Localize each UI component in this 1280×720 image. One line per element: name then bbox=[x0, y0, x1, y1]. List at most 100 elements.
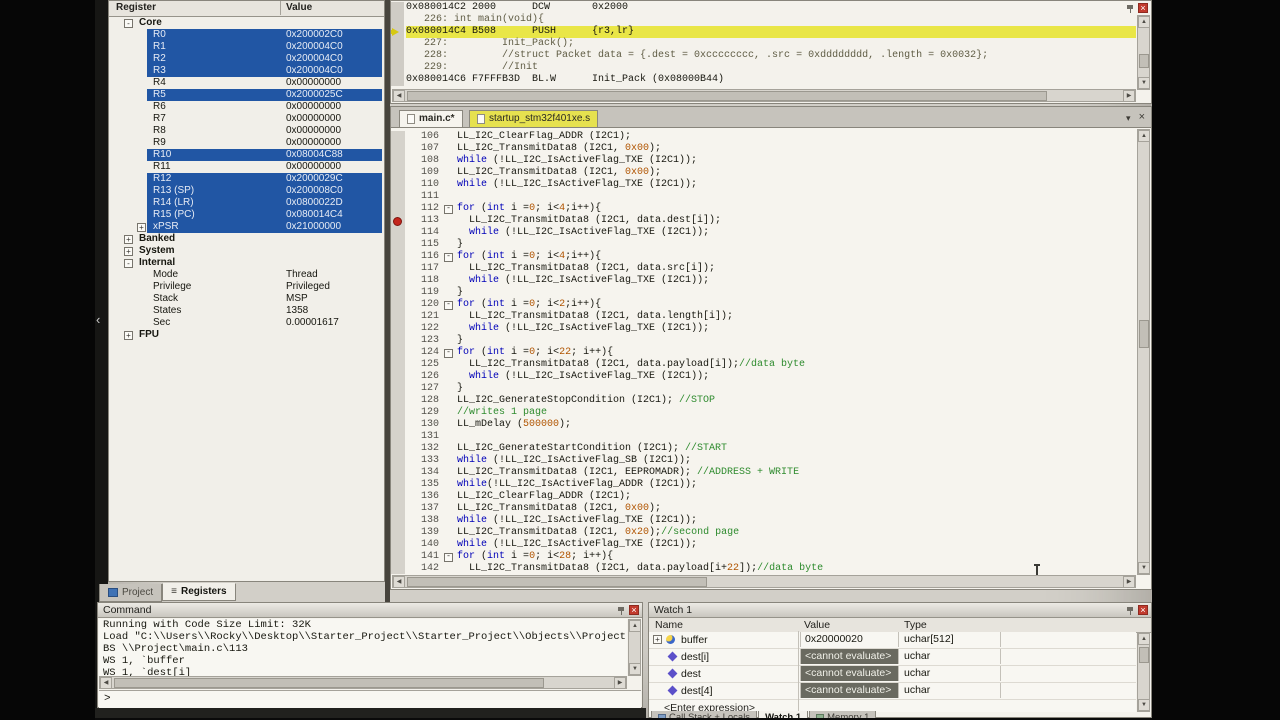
disassembly-horizontal-scrollbar[interactable]: ◀ ▶ bbox=[392, 89, 1136, 102]
pin-icon[interactable] bbox=[1126, 606, 1134, 615]
disassembly-line[interactable]: 226: int main(void){ bbox=[391, 14, 1136, 26]
register-row[interactable]: R70x00000000 bbox=[109, 113, 384, 125]
breakpoint-margin[interactable] bbox=[391, 179, 405, 191]
register-row[interactable]: R10x200004C0 bbox=[109, 41, 384, 53]
register-row[interactable]: R120x2000029C bbox=[109, 173, 384, 185]
watch-value[interactable]: <cannot evaluate> bbox=[800, 683, 899, 698]
editor-tab-main-c[interactable]: main.c* bbox=[399, 110, 463, 128]
editor-line[interactable]: 118 while (!LL_I2C_IsActiveFlag_TXE (I2C… bbox=[391, 275, 1136, 287]
breakpoint-margin[interactable] bbox=[391, 503, 405, 515]
watch-row[interactable]: dest[i]<cannot evaluate>uchar bbox=[649, 649, 1136, 666]
scroll-left-icon[interactable]: ◀ bbox=[393, 90, 405, 102]
disassembly-line[interactable]: 0x080014C2 2000 DCW 0x2000 bbox=[391, 2, 1136, 14]
register-row[interactable]: PrivilegePrivileged bbox=[109, 281, 384, 293]
breakpoint-margin[interactable] bbox=[391, 263, 405, 275]
editor-line[interactable]: 122 while (!LL_I2C_IsActiveFlag_TXE (I2C… bbox=[391, 323, 1136, 335]
breakpoint-margin[interactable] bbox=[391, 443, 405, 455]
editor-line[interactable]: 119} bbox=[391, 287, 1136, 299]
scroll-thumb[interactable] bbox=[1139, 320, 1149, 348]
scroll-thumb[interactable] bbox=[1139, 54, 1149, 68]
breakpoint-margin[interactable] bbox=[391, 203, 405, 215]
editor-line[interactable]: 107LL_I2C_TransmitData8 (I2C1, 0x00); bbox=[391, 143, 1136, 155]
breakpoint-margin[interactable] bbox=[391, 215, 405, 227]
fold-toggle-icon[interactable]: - bbox=[444, 253, 453, 262]
close-document-icon[interactable]: × bbox=[1139, 113, 1145, 124]
breakpoint-margin[interactable] bbox=[391, 323, 405, 335]
watch-row[interactable]: dest<cannot evaluate>uchar bbox=[649, 666, 1136, 683]
scroll-up-icon[interactable]: ▲ bbox=[1138, 16, 1150, 28]
editor-line[interactable]: 126 while (!LL_I2C_IsActiveFlag_TXE (I2C… bbox=[391, 371, 1136, 383]
editor-line[interactable]: 140while (!LL_I2C_IsActiveFlag_TXE (I2C1… bbox=[391, 539, 1136, 551]
breakpoint-margin[interactable] bbox=[391, 563, 405, 574]
breakpoint-margin[interactable] bbox=[391, 167, 405, 179]
register-row[interactable]: R00x200002C0 bbox=[109, 29, 384, 41]
disassembly-line[interactable]: 229: //Init bbox=[391, 62, 1136, 74]
watch-value[interactable]: <cannot evaluate> bbox=[800, 649, 899, 664]
editor-line[interactable]: 124-for (int i =0; i<22; i++){ bbox=[391, 347, 1136, 359]
disassembly-line[interactable]: 227: Init_Pack(); bbox=[391, 38, 1136, 50]
pin-icon[interactable] bbox=[617, 606, 625, 615]
expand-icon[interactable]: + bbox=[124, 331, 133, 340]
register-row[interactable]: R13 (SP)0x200008C0 bbox=[109, 185, 384, 197]
breakpoint-margin[interactable] bbox=[391, 251, 405, 263]
scroll-up-icon[interactable]: ▲ bbox=[1138, 633, 1150, 645]
pin-icon[interactable] bbox=[1126, 4, 1134, 13]
command-vertical-scrollbar[interactable]: ▲ ▼ bbox=[628, 619, 641, 676]
scroll-down-icon[interactable]: ▼ bbox=[1138, 77, 1150, 89]
breakpoint-margin[interactable] bbox=[391, 515, 405, 527]
editor-line[interactable]: 106LL_I2C_ClearFlag_ADDR (I2C1); bbox=[391, 131, 1136, 143]
editor-line[interactable]: 136LL_I2C_ClearFlag_ADDR (I2C1); bbox=[391, 491, 1136, 503]
editor-line[interactable]: 138while (!LL_I2C_IsActiveFlag_TXE (I2C1… bbox=[391, 515, 1136, 527]
expand-icon[interactable]: + bbox=[653, 635, 662, 644]
editor-horizontal-scrollbar[interactable]: ◀ ▶ bbox=[392, 575, 1136, 588]
register-row[interactable]: R60x00000000 bbox=[109, 101, 384, 113]
scroll-up-icon[interactable]: ▲ bbox=[1138, 130, 1150, 142]
close-icon[interactable]: × bbox=[1138, 605, 1148, 615]
editor-line[interactable]: 114 while (!LL_I2C_IsActiveFlag_TXE (I2C… bbox=[391, 227, 1136, 239]
command-input[interactable]: > bbox=[99, 690, 641, 708]
dock-tab-registers[interactable]: ≡ Registers bbox=[162, 583, 235, 601]
breakpoint-margin[interactable] bbox=[391, 143, 405, 155]
register-row[interactable]: StackMSP bbox=[109, 293, 384, 305]
register-row[interactable]: R100x08004C88 bbox=[109, 149, 384, 161]
column-divider[interactable] bbox=[280, 1, 281, 15]
register-row[interactable]: R40x00000000 bbox=[109, 77, 384, 89]
editor-line[interactable]: 109LL_I2C_TransmitData8 (I2C1, 0x00); bbox=[391, 167, 1136, 179]
editor-line[interactable]: 108while (!LL_I2C_IsActiveFlag_TXE (I2C1… bbox=[391, 155, 1136, 167]
breakpoint-margin[interactable] bbox=[391, 431, 405, 443]
breakpoint-dot[interactable] bbox=[393, 217, 402, 226]
breakpoint-margin[interactable] bbox=[391, 467, 405, 479]
breakpoint-margin[interactable] bbox=[391, 335, 405, 347]
dock-tab-project[interactable]: Project bbox=[99, 584, 162, 602]
breakpoint-margin[interactable] bbox=[391, 527, 405, 539]
breakpoint-margin[interactable] bbox=[391, 419, 405, 431]
register-row[interactable]: R110x00000000 bbox=[109, 161, 384, 173]
register-group-row[interactable]: +System bbox=[109, 245, 384, 257]
register-row[interactable]: R30x200004C0 bbox=[109, 65, 384, 77]
breakpoint-margin[interactable] bbox=[391, 347, 405, 359]
editor-line[interactable]: 130LL_mDelay (500000); bbox=[391, 419, 1136, 431]
editor-line[interactable]: 133while (!LL_I2C_IsActiveFlag_SB (I2C1)… bbox=[391, 455, 1136, 467]
scroll-right-icon[interactable]: ▶ bbox=[1123, 90, 1135, 102]
breakpoint-margin[interactable] bbox=[391, 191, 405, 203]
register-group-row[interactable]: +Banked bbox=[109, 233, 384, 245]
editor-line[interactable]: 129//writes 1 page bbox=[391, 407, 1136, 419]
editor-line[interactable]: 139LL_I2C_TransmitData8 (I2C1, 0x20);//s… bbox=[391, 527, 1136, 539]
register-row[interactable]: R14 (LR)0x0800022D bbox=[109, 197, 384, 209]
scroll-down-icon[interactable]: ▼ bbox=[1138, 562, 1150, 574]
register-row[interactable]: States1358 bbox=[109, 305, 384, 317]
editor-line[interactable]: 110while (!LL_I2C_IsActiveFlag_TXE (I2C1… bbox=[391, 179, 1136, 191]
command-horizontal-scrollbar[interactable]: ◀ ▶ bbox=[99, 676, 627, 689]
breakpoint-margin[interactable] bbox=[391, 239, 405, 251]
editor-line[interactable]: 141-for (int i =0; i<28; i++){ bbox=[391, 551, 1136, 563]
disassembly-vertical-scrollbar[interactable]: ▲ ▼ bbox=[1137, 15, 1150, 90]
editor-line[interactable]: 135while(!LL_I2C_IsActiveFlag_ADDR (I2C1… bbox=[391, 479, 1136, 491]
disassembly-line[interactable]: 228: //struct Packet data = {.dest = 0xc… bbox=[391, 50, 1136, 62]
breakpoint-margin[interactable] bbox=[391, 383, 405, 395]
breakpoint-margin[interactable] bbox=[391, 479, 405, 491]
fold-toggle-icon[interactable]: - bbox=[444, 301, 453, 310]
editor-tab-startup-asm[interactable]: startup_stm32f401xe.s bbox=[469, 110, 598, 128]
disassembly-line[interactable]: 0x080014C4 B508 PUSH {r3,lr} bbox=[391, 26, 1136, 38]
breakpoint-margin[interactable] bbox=[391, 311, 405, 323]
editor-line[interactable]: 132LL_I2C_GenerateStartCondition (I2C1);… bbox=[391, 443, 1136, 455]
